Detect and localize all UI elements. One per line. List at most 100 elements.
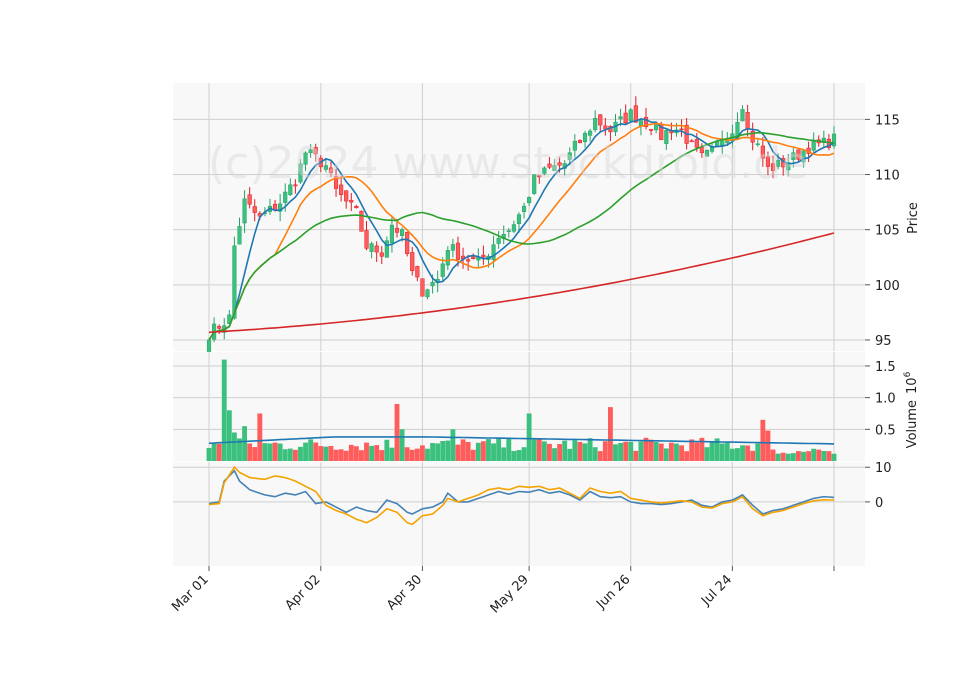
candle-body bbox=[247, 194, 252, 205]
volume-bar bbox=[724, 442, 730, 461]
candle-body bbox=[471, 256, 476, 260]
volume-bar bbox=[511, 450, 517, 461]
candle-body bbox=[623, 112, 628, 124]
candle-body bbox=[740, 109, 745, 122]
volume-bar bbox=[628, 441, 634, 461]
volume-bar bbox=[343, 450, 349, 461]
candle-body bbox=[283, 191, 288, 203]
volume-bar bbox=[287, 448, 293, 461]
candle-body bbox=[811, 140, 816, 151]
volume-panel: 0.5 1.0 1.5 bbox=[173, 352, 896, 461]
candle-body bbox=[389, 224, 395, 244]
price-tick-label: 95 bbox=[875, 334, 892, 349]
volume-bar bbox=[613, 444, 618, 461]
candle-body bbox=[466, 259, 471, 262]
volume-bar bbox=[231, 432, 237, 461]
volume-bar bbox=[729, 448, 735, 461]
volume-tick-label: 1.5 bbox=[875, 360, 896, 375]
volume-bar bbox=[384, 439, 390, 461]
volume-bar bbox=[374, 445, 380, 461]
volume-bar bbox=[298, 446, 303, 461]
volume-bar bbox=[292, 449, 298, 461]
price-tick-label: 105 bbox=[875, 224, 900, 239]
volume-bar bbox=[379, 450, 385, 461]
volume-bar bbox=[719, 443, 725, 461]
candle-body bbox=[445, 250, 450, 266]
volume-bar bbox=[755, 443, 761, 461]
volume-axis-label: Volume106 bbox=[903, 371, 920, 448]
price-panel: 95 100 105 110 115 bbox=[173, 83, 900, 363]
candle-body bbox=[344, 190, 349, 202]
volume-bar bbox=[587, 438, 593, 461]
volume-bar bbox=[521, 447, 527, 461]
candle-body bbox=[394, 227, 400, 233]
candle-body bbox=[455, 242, 461, 260]
volume-bar bbox=[796, 451, 801, 461]
volume-bar bbox=[257, 413, 263, 461]
volume-bar bbox=[531, 439, 537, 461]
volume-bar bbox=[308, 439, 314, 461]
volume-bar bbox=[313, 442, 319, 461]
candle-body bbox=[369, 243, 374, 252]
volume-bar bbox=[668, 442, 674, 461]
price-tick-label: 100 bbox=[875, 279, 900, 294]
volume-bar bbox=[277, 443, 283, 461]
candle-body bbox=[359, 210, 364, 232]
volume-bar bbox=[526, 413, 532, 461]
volume-bar bbox=[221, 359, 227, 461]
volume-bar bbox=[567, 448, 573, 461]
volume-bar bbox=[414, 448, 420, 461]
candle-body bbox=[648, 129, 654, 131]
x-tick-label: Jul 24 bbox=[698, 572, 735, 609]
volume-bar bbox=[623, 441, 629, 461]
volume-bar bbox=[516, 450, 522, 461]
candle-body bbox=[593, 117, 598, 131]
volume-bar bbox=[496, 438, 502, 461]
candle-body bbox=[430, 281, 435, 287]
volume-bar bbox=[303, 442, 308, 461]
volume-bar bbox=[633, 450, 639, 461]
volume-bar bbox=[226, 410, 232, 461]
volume-bar bbox=[674, 443, 679, 461]
volume-bar bbox=[353, 446, 359, 461]
candle-body bbox=[654, 123, 659, 131]
volume-bar bbox=[216, 443, 222, 461]
volume-bar bbox=[267, 443, 273, 461]
volume-bar bbox=[404, 447, 410, 461]
oscillator-panel: 0 10 bbox=[173, 461, 892, 566]
volume-bar bbox=[607, 407, 613, 461]
candle-body bbox=[588, 130, 593, 136]
volume-bar bbox=[455, 444, 461, 461]
volume-bar bbox=[831, 453, 837, 461]
volume-bar bbox=[658, 443, 664, 461]
volume-bar bbox=[648, 439, 654, 461]
volume-bar bbox=[735, 448, 740, 461]
candle-body bbox=[491, 244, 496, 260]
volume-bar bbox=[440, 440, 446, 461]
price-tick-label: 110 bbox=[875, 169, 900, 184]
volume-bar bbox=[582, 443, 588, 461]
volume-bar bbox=[460, 439, 466, 461]
volume-bar bbox=[480, 441, 486, 461]
x-axis: Mar 01 Apr 02 Apr 30 May 29 Jun 26 Jul 24 bbox=[169, 566, 835, 616]
volume-bar bbox=[750, 450, 756, 461]
volume-bar bbox=[770, 449, 776, 461]
volume-bar bbox=[399, 429, 405, 461]
volume-bar bbox=[562, 440, 568, 461]
volume-bar bbox=[801, 451, 806, 461]
candle-body bbox=[410, 252, 415, 272]
volume-bar bbox=[465, 441, 471, 461]
stock-chart: 95 100 105 110 115 0.5 1.0 1.5 0 10 Mar 01 Apr 0… bbox=[169, 83, 921, 616]
volume-bar bbox=[450, 429, 456, 461]
volume-bar bbox=[242, 426, 247, 461]
volume-bar bbox=[435, 443, 441, 461]
volume-bar bbox=[821, 450, 827, 461]
candle-body bbox=[252, 206, 257, 213]
volume-bar bbox=[597, 451, 603, 461]
candle-body bbox=[349, 199, 354, 203]
volume-bar bbox=[740, 445, 745, 461]
volume-tick-label: 0.5 bbox=[875, 423, 896, 438]
volume-bar bbox=[547, 443, 552, 461]
volume-bar bbox=[775, 453, 781, 461]
candle-body bbox=[745, 112, 750, 130]
